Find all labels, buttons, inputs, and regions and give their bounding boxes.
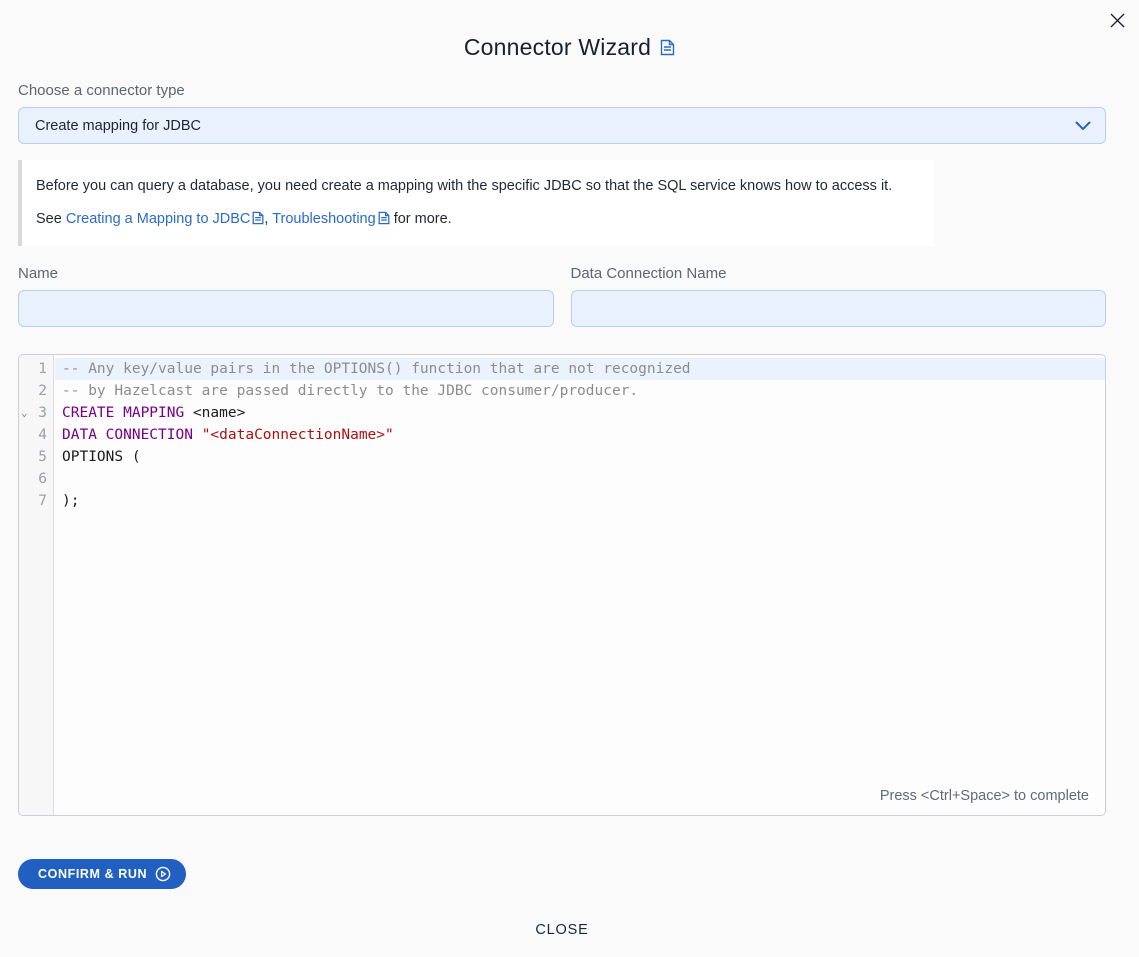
line-number[interactable]: 7 bbox=[19, 490, 55, 512]
code-token-keyword: DATA CONNECTION bbox=[62, 427, 193, 443]
code-token-string: "<dataConnectionName>" bbox=[202, 427, 394, 443]
dialog-body: Choose a connector type Create mapping f… bbox=[18, 82, 1106, 944]
code-line-content[interactable]: -- Any key/value pairs in the OPTIONS() … bbox=[55, 358, 1105, 380]
line-number[interactable]: 5 bbox=[19, 446, 55, 468]
confirm-and-run-label: CONFIRM & RUN bbox=[38, 867, 147, 881]
info-callout: Before you can query a database, you nee… bbox=[18, 160, 934, 246]
close-icon[interactable] bbox=[1107, 10, 1127, 30]
editor-line[interactable]: 5 OPTIONS ( bbox=[19, 446, 1105, 468]
close-button[interactable]: CLOSE bbox=[525, 916, 598, 944]
code-token-plain: ); bbox=[62, 493, 79, 509]
code-line-content[interactable]: DATA CONNECTION "<dataConnectionName>" bbox=[55, 424, 1105, 446]
autocomplete-hint: Press <Ctrl+Space> to complete bbox=[880, 788, 1089, 804]
line-number[interactable]: 1 bbox=[19, 358, 55, 380]
connector-type-selected-value: Create mapping for JDBC bbox=[35, 118, 201, 134]
connector-type-label: Choose a connector type bbox=[18, 82, 1106, 99]
code-line-content[interactable]: OPTIONS ( bbox=[55, 446, 1105, 468]
editor-line[interactable]: 1 -- Any key/value pairs in the OPTIONS()… bbox=[19, 358, 1105, 380]
editor-line[interactable]: 7); bbox=[19, 490, 1105, 512]
editor-lines: 1 -- Any key/value pairs in the OPTIONS()… bbox=[19, 355, 1105, 512]
connector-wizard-dialog: Connector Wizard Choose a connector type… bbox=[0, 0, 1139, 957]
editor-line[interactable]: ⌄3CREATE MAPPING <name> bbox=[19, 402, 1105, 424]
code-token-keyword: CREATE MAPPING bbox=[62, 405, 184, 421]
info-see-text: See bbox=[36, 211, 66, 227]
code-token-plain bbox=[193, 427, 202, 443]
form-fields-row: Name Data Connection Name bbox=[18, 265, 1106, 327]
data-connection-name-field-group: Data Connection Name bbox=[571, 265, 1107, 327]
editor-line[interactable]: 4DATA CONNECTION "<dataConnectionName>" bbox=[19, 424, 1105, 446]
dialog-header: Connector Wizard bbox=[0, 34, 1139, 61]
link-troubleshooting[interactable]: Troubleshooting bbox=[272, 211, 375, 227]
code-token-plain: <name> bbox=[184, 405, 245, 421]
line-number[interactable]: 6 bbox=[19, 468, 55, 490]
line-number[interactable]: 4 bbox=[19, 424, 55, 446]
line-number[interactable]: 2 bbox=[19, 380, 55, 402]
data-connection-name-input[interactable] bbox=[571, 290, 1107, 327]
info-suffix-text: for more. bbox=[390, 211, 452, 227]
dialog-title: Connector Wizard bbox=[464, 34, 651, 61]
code-line-content[interactable] bbox=[55, 468, 1105, 490]
code-line-content[interactable]: ); bbox=[55, 490, 1105, 512]
code-token-plain: OPTIONS ( bbox=[62, 449, 141, 465]
play-circle-icon bbox=[155, 866, 171, 882]
name-field-group: Name bbox=[18, 265, 554, 327]
code-line-content[interactable]: -- by Hazelcast are passed directly to t… bbox=[55, 380, 1105, 402]
editor-line[interactable]: 2 -- by Hazelcast are passed directly to … bbox=[19, 380, 1105, 402]
code-token-comment: -- Any key/value pairs in the OPTIONS() … bbox=[62, 361, 691, 377]
data-connection-name-label: Data Connection Name bbox=[571, 265, 1107, 282]
chevron-down-icon bbox=[1075, 121, 1091, 131]
name-input[interactable] bbox=[18, 290, 554, 327]
dialog-footer: CLOSE bbox=[18, 916, 1106, 944]
code-token-comment: -- by Hazelcast are passed directly to t… bbox=[62, 383, 638, 399]
link-creating-mapping-jdbc[interactable]: Creating a Mapping to JDBC bbox=[66, 211, 251, 227]
name-label: Name bbox=[18, 265, 554, 282]
line-number[interactable]: ⌄3 bbox=[19, 402, 55, 424]
info-paragraph: Before you can query a database, you nee… bbox=[36, 176, 918, 196]
fold-arrow-icon[interactable]: ⌄ bbox=[21, 402, 28, 424]
info-links-line: See Creating a Mapping to JDBC, Troubles… bbox=[36, 209, 918, 229]
external-doc-icon[interactable] bbox=[378, 211, 390, 225]
code-line-content[interactable]: CREATE MAPPING <name> bbox=[55, 402, 1105, 424]
sql-code-editor[interactable]: 1 -- Any key/value pairs in the OPTIONS()… bbox=[18, 354, 1106, 816]
external-doc-icon[interactable] bbox=[252, 211, 264, 225]
docs-icon[interactable] bbox=[660, 39, 675, 56]
confirm-and-run-button[interactable]: CONFIRM & RUN bbox=[18, 859, 186, 889]
connector-type-select[interactable]: Create mapping for JDBC bbox=[18, 107, 1106, 144]
editor-line[interactable]: 6 bbox=[19, 468, 1105, 490]
